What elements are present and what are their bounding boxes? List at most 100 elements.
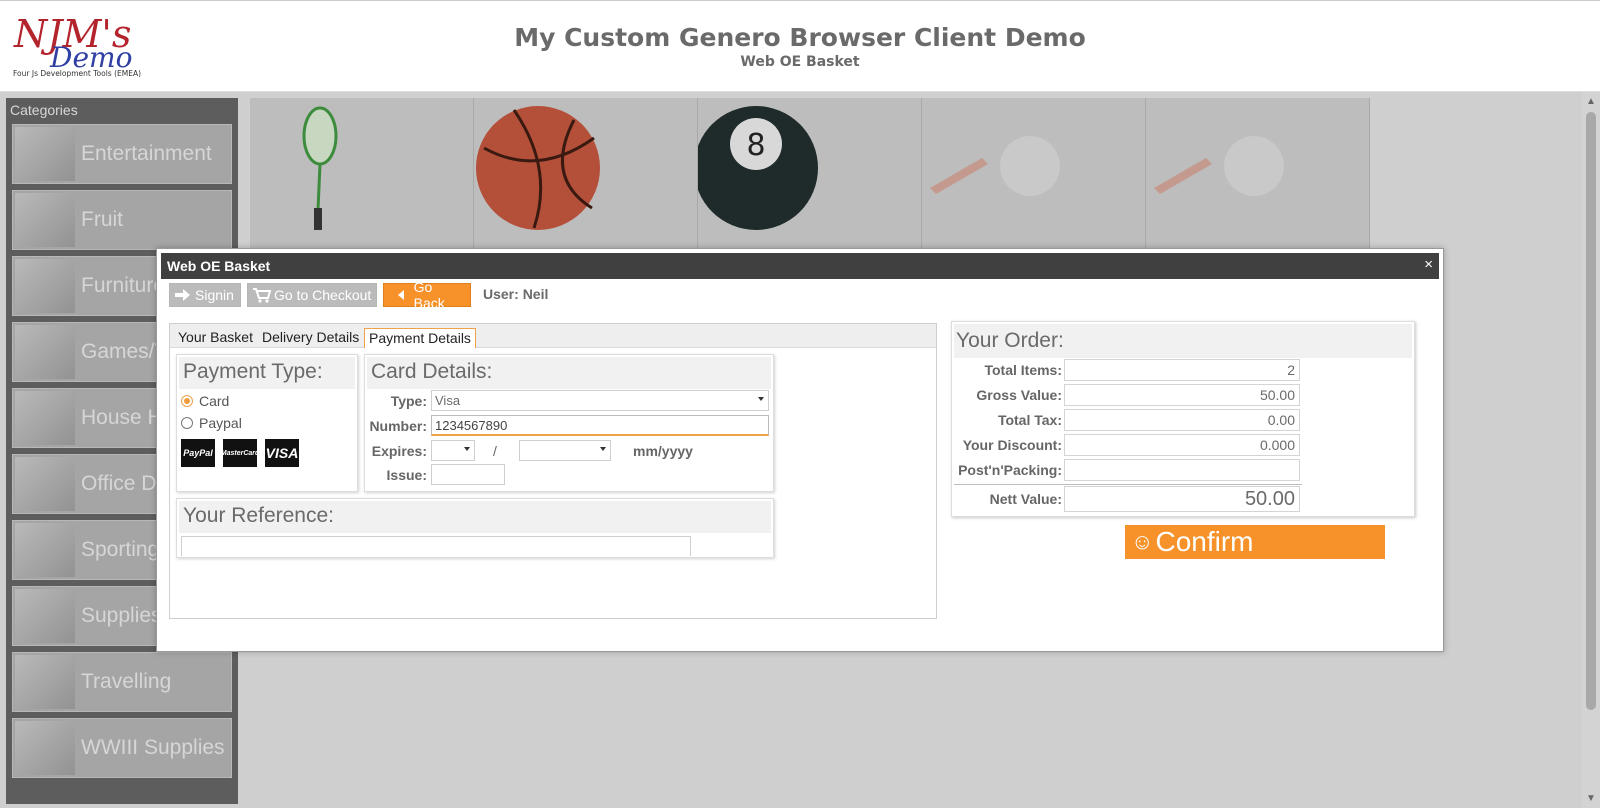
- radio-card[interactable]: [181, 395, 193, 407]
- payment-type-title: Payment Type:: [183, 360, 323, 383]
- user-label: User:: [483, 286, 519, 302]
- go-to-checkout-button[interactable]: Go to Checkout: [247, 283, 377, 307]
- confirm-label: Confirm: [1155, 526, 1254, 557]
- category-thumbnail: [15, 589, 75, 643]
- card-type-select[interactable]: Visa: [431, 390, 769, 411]
- category-thumbnail: [15, 127, 75, 181]
- sidebar-item-fruit[interactable]: Fruit: [12, 190, 232, 250]
- signin-arrow-icon: [175, 289, 190, 301]
- your-reference-group: Your Reference:: [176, 498, 774, 558]
- category-thumbnail: [15, 193, 75, 247]
- card-number-input[interactable]: 1234567890: [431, 415, 769, 436]
- total-items-value: 2: [1064, 359, 1300, 381]
- nett-value-value: 50.00: [1064, 486, 1300, 512]
- total-items-label: Total Items:: [984, 362, 1062, 378]
- radio-paypal[interactable]: [181, 417, 193, 429]
- sidebar-item-label: Travelling: [81, 670, 172, 693]
- category-thumbnail: [15, 655, 75, 709]
- payment-option-paypal[interactable]: Paypal: [181, 415, 242, 431]
- app-title: My Custom Genero Browser Client Demo: [514, 23, 1086, 52]
- expires-year-select[interactable]: [519, 440, 611, 461]
- chevron-down-icon: [464, 447, 470, 451]
- expires-separator: /: [493, 443, 497, 459]
- web-oe-basket-dialog: Web OE Basket × Signin Go to Checkout Go…: [156, 248, 1444, 652]
- sidebar-item-label: Entertainment: [81, 142, 212, 165]
- your-discount-label: Your Discount:: [962, 437, 1062, 453]
- gross-value-value: 50.00: [1064, 384, 1300, 406]
- product-tile[interactable]: 8: [694, 98, 922, 248]
- expires-format-hint: mm/yyyy: [633, 443, 693, 459]
- golf-ball-tee-icon: [930, 136, 1060, 196]
- total-tax-value: 0.00: [1064, 409, 1300, 431]
- product-tile[interactable]: [1146, 98, 1370, 248]
- your-order-panel: Your Order: Total Items: 2 Gross Value: …: [951, 321, 1415, 517]
- checkout-label: Go to Checkout: [274, 287, 372, 303]
- category-thumbnail: [15, 523, 75, 577]
- go-back-button[interactable]: Go Back: [383, 279, 471, 311]
- radio-card-label: Card: [199, 393, 230, 409]
- confirm-button[interactable]: ☺ Confirm: [1125, 525, 1385, 559]
- your-discount-value: 0.000: [1064, 434, 1300, 456]
- chevron-down-icon: [758, 397, 764, 401]
- issue-label: Issue:: [386, 467, 427, 483]
- total-tax-label: Total Tax:: [997, 412, 1062, 428]
- card-number-label: Number:: [369, 418, 427, 434]
- scrollbar-thumb[interactable]: [1586, 112, 1596, 710]
- category-thumbnail: [15, 259, 75, 313]
- sidebar-item-entertainment[interactable]: Entertainment: [12, 124, 232, 184]
- sidebar-title: Categories: [10, 102, 78, 118]
- category-thumbnail: [15, 721, 75, 775]
- tab-your-basket[interactable]: Your Basket: [174, 328, 257, 348]
- card-number-value: 1234567890: [435, 418, 508, 433]
- signin-label: Signin: [195, 287, 234, 303]
- product-tile[interactable]: [250, 98, 474, 248]
- card-details-group: Card Details: Type: Visa Number: 1234567…: [364, 354, 774, 492]
- tab-delivery-details[interactable]: Delivery Details: [258, 328, 363, 348]
- tab-strip: Your Basket Delivery Details Payment Det…: [170, 324, 936, 348]
- scroll-up-arrow-icon[interactable]: ▲: [1586, 96, 1596, 107]
- checkout-tabs-panel: Your Basket Delivery Details Payment Det…: [169, 323, 937, 619]
- sidebar-item-travelling[interactable]: Travelling: [12, 652, 232, 712]
- shopping-cart-icon: [253, 288, 272, 303]
- order-divider: [954, 484, 1302, 485]
- svg-text:8: 8: [746, 128, 765, 163]
- your-reference-title: Your Reference:: [183, 504, 334, 527]
- scroll-down-arrow-icon[interactable]: ▼: [1586, 793, 1596, 804]
- basketball-icon: [476, 106, 600, 230]
- your-order-title: Your Order:: [956, 329, 1064, 352]
- card-type-label: Type:: [390, 393, 427, 409]
- signin-button[interactable]: Signin: [169, 283, 241, 307]
- svg-text:Four Js Development Tools (EME: Four Js Development Tools (EMEA): [13, 69, 141, 78]
- expires-label: Expires:: [371, 443, 427, 459]
- your-reference-input[interactable]: [181, 536, 691, 556]
- chevron-down-icon: [600, 447, 606, 451]
- user-name: Neil: [522, 286, 549, 302]
- smiley-icon: ☺: [1131, 529, 1154, 554]
- paypal-logo-icon: PayPal: [181, 439, 215, 467]
- go-back-label: Go Back: [413, 279, 445, 311]
- issue-input[interactable]: [431, 464, 505, 485]
- radio-paypal-label: Paypal: [199, 415, 242, 431]
- golf-ball-tee-icon: [1154, 136, 1284, 196]
- dialog-titlebar: Web OE Basket ×: [161, 253, 1439, 279]
- category-thumbnail: [15, 391, 75, 445]
- sidebar-item-wwiii-supplies[interactable]: WWIII Supplies: [12, 718, 232, 778]
- close-icon[interactable]: ×: [1424, 256, 1433, 273]
- page-scrollbar[interactable]: ▲ ▼: [1582, 92, 1600, 808]
- nett-value-label: Nett Value:: [989, 491, 1062, 507]
- product-tile[interactable]: [922, 98, 1146, 248]
- card-details-title: Card Details:: [371, 360, 493, 383]
- sidebar-item-label: WWIII Supplies: [81, 736, 225, 759]
- caret-left-icon: [398, 290, 404, 300]
- product-tile[interactable]: [474, 98, 698, 248]
- category-thumbnail: [15, 457, 75, 511]
- dialog-title: Web OE Basket: [167, 258, 271, 274]
- app-subtitle: Web OE Basket: [740, 54, 860, 70]
- user-indicator: User: Neil: [483, 286, 548, 302]
- payment-option-card[interactable]: Card: [181, 393, 229, 409]
- card-type-value: Visa: [435, 393, 461, 408]
- expires-month-select[interactable]: [431, 440, 475, 461]
- app-header: NJM's Demo Four Js Development Tools (EM…: [0, 0, 1600, 92]
- tab-payment-details[interactable]: Payment Details: [364, 328, 476, 348]
- visa-logo-icon: VISA: [265, 439, 299, 467]
